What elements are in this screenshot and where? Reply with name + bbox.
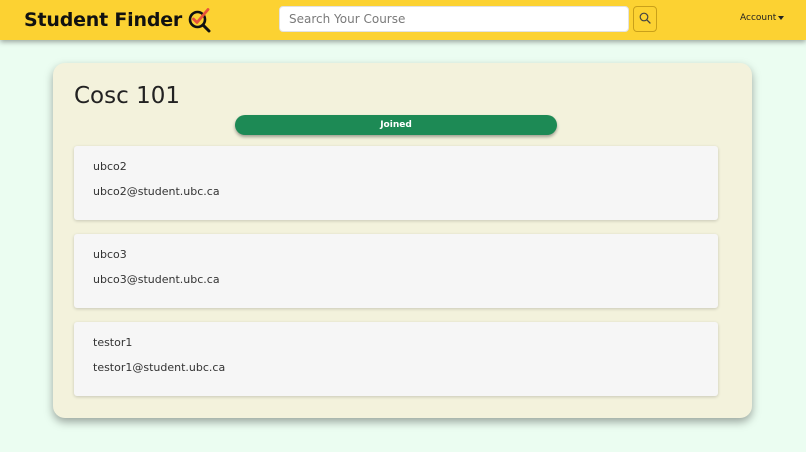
student-name: ubco3	[93, 248, 127, 261]
account-dropdown[interactable]: Account	[740, 13, 785, 23]
student-name: testor1	[93, 336, 133, 349]
student-card: ubco2 ubco2@student.ubc.ca	[74, 146, 718, 220]
brand[interactable]: Student Finder	[24, 7, 213, 33]
student-email: testor1@student.ubc.ca	[93, 361, 226, 374]
course-card: Cosc 101 Joined ubco2 ubco2@student.ubc.…	[53, 63, 752, 418]
magnifier-check-icon	[187, 7, 213, 33]
search-button[interactable]	[633, 6, 657, 32]
brand-title[interactable]: Student Finder	[24, 9, 182, 31]
account-label: Account	[740, 13, 777, 23]
student-name: ubco2	[93, 160, 127, 173]
student-card: ubco3 ubco3@student.ubc.ca	[74, 234, 718, 308]
search-icon	[639, 12, 651, 27]
course-title: Cosc 101	[74, 83, 180, 109]
navbar: Student Finder Account	[0, 0, 806, 40]
caret-down-icon	[778, 16, 785, 20]
joined-button[interactable]: Joined	[235, 115, 557, 135]
search-input[interactable]	[279, 6, 629, 32]
student-card: testor1 testor1@student.ubc.ca	[74, 322, 718, 396]
student-email: ubco2@student.ubc.ca	[93, 185, 220, 198]
student-email: ubco3@student.ubc.ca	[93, 273, 220, 286]
